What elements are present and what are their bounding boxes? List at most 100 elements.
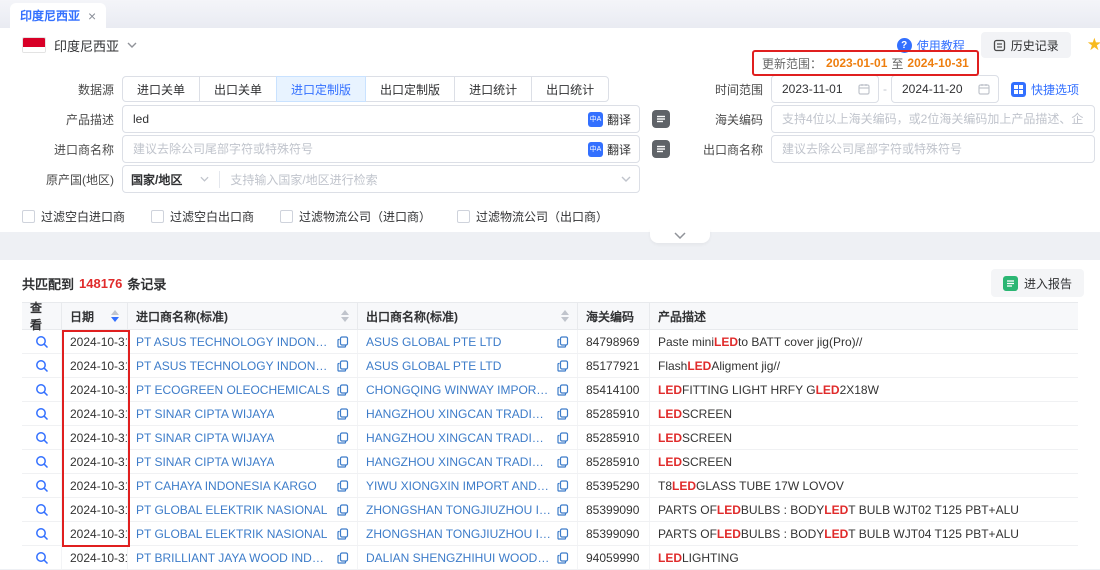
copy-icon[interactable] [337,552,349,564]
checkbox-icon[interactable] [151,210,164,223]
view-cell[interactable] [22,378,62,401]
copy-button[interactable] [551,504,569,516]
importer-link[interactable]: PT SINAR CIPTA WIJAYA [136,455,274,469]
copy-button[interactable] [551,480,569,492]
checkbox-icon[interactable] [280,210,293,223]
copy-button[interactable] [331,408,349,420]
end-date-input[interactable] [900,81,978,97]
start-date-field[interactable] [771,75,879,103]
copy-icon[interactable] [557,384,569,396]
filter-checkbox[interactable]: 过滤空白出口商 [151,208,254,225]
view-cell[interactable] [22,546,62,569]
copy-icon[interactable] [557,408,569,420]
sort-control[interactable] [341,310,349,322]
search-icon[interactable] [35,551,49,565]
copy-icon[interactable] [337,384,349,396]
hs-code-input[interactable] [780,111,1086,127]
product-desc-field[interactable]: 中A 翻译 [122,105,640,133]
copy-icon[interactable] [557,552,569,564]
quick-options-link[interactable]: 快捷选项 [1011,81,1079,98]
importer-link[interactable]: PT ASUS TECHNOLOGY INDONESIA BA... [136,359,331,373]
copy-button[interactable] [551,384,569,396]
copy-button[interactable] [551,432,569,444]
copy-button[interactable] [331,504,349,516]
exporter-link[interactable]: ASUS GLOBAL PTE LTD [366,359,501,373]
copy-button[interactable] [331,480,349,492]
filter-checkbox[interactable]: 过滤物流公司（出口商） [457,208,608,225]
copy-icon[interactable] [557,504,569,516]
copy-button[interactable] [551,336,569,348]
sort-up-icon[interactable] [561,310,569,315]
copy-icon[interactable] [337,456,349,468]
product-desc-input[interactable] [131,111,588,127]
synonym-icon[interactable] [652,140,670,158]
copy-icon[interactable] [337,504,349,516]
translate-button[interactable]: 中A 翻译 [588,141,631,158]
copy-button[interactable] [331,360,349,372]
copy-button[interactable] [551,408,569,420]
importer-link[interactable]: PT GLOBAL ELEKTRIK NASIONAL [136,503,327,517]
exporter-link[interactable]: HANGZHOU XINGCAN TRADING CO LTD [366,455,551,469]
copy-icon[interactable] [337,528,349,540]
exporter-field[interactable] [771,135,1095,163]
importer-link[interactable]: PT GLOBAL ELEKTRIK NASIONAL [136,527,327,541]
copy-icon[interactable] [557,456,569,468]
column-header[interactable]: 日期 [62,303,128,329]
view-cell[interactable] [22,402,62,425]
importer-link[interactable]: PT ASUS TECHNOLOGY INDONESIA BA... [136,335,331,349]
copy-button[interactable] [331,336,349,348]
exporter-link[interactable]: HANGZHOU XINGCAN TRADING CO LTD [366,407,551,421]
hs-code-field[interactable] [771,105,1095,133]
view-cell[interactable] [22,354,62,377]
search-icon[interactable] [35,527,49,541]
copy-button[interactable] [551,360,569,372]
sort-control[interactable] [111,310,119,322]
view-cell[interactable] [22,522,62,545]
importer-link[interactable]: PT ECOGREEN OLEOCHEMICALS [136,383,330,397]
checkbox-icon[interactable] [457,210,470,223]
copy-button[interactable] [551,456,569,468]
copy-icon[interactable] [337,432,349,444]
copy-button[interactable] [551,552,569,564]
copy-button[interactable] [331,384,349,396]
sort-down-icon[interactable] [111,317,119,322]
close-icon[interactable]: × [88,9,96,23]
importer-input[interactable] [131,141,588,157]
exporter-input[interactable] [780,141,1086,157]
search-icon[interactable] [35,455,49,469]
sort-down-icon[interactable] [561,317,569,322]
data-source-option[interactable]: 进口定制版 [276,76,366,102]
checkbox-icon[interactable] [22,210,35,223]
view-cell[interactable] [22,330,62,353]
history-button[interactable]: 历史记录 [981,32,1071,58]
exporter-link[interactable]: DALIAN SHENGZHIHUI WOOD INDUST... [366,551,551,565]
view-cell[interactable] [22,498,62,521]
data-source-option[interactable]: 进口统计 [454,76,532,102]
copy-icon[interactable] [337,360,349,372]
collapse-panel-button[interactable] [650,228,710,243]
filter-checkbox[interactable]: 过滤物流公司（进口商） [280,208,431,225]
data-source-option[interactable]: 进口关单 [122,76,200,102]
country-selector[interactable]: 印度尼西亚 [22,36,137,55]
copy-icon[interactable] [557,480,569,492]
view-cell[interactable] [22,450,62,473]
exporter-link[interactable]: YIWU XIONGXIN IMPORT AND EXPORT... [366,479,551,493]
search-icon[interactable] [35,383,49,397]
exporter-link[interactable]: HANGZHOU XINGCAN TRADING CO LTD [366,431,551,445]
exporter-link[interactable]: ASUS GLOBAL PTE LTD [366,335,501,349]
search-icon[interactable] [35,359,49,373]
origin-field[interactable]: 国家/地区 支持输入国家/地区进行检索 [122,165,640,193]
copy-icon[interactable] [557,432,569,444]
search-icon[interactable] [35,407,49,421]
sort-control[interactable] [561,310,569,322]
end-date-field[interactable] [891,75,999,103]
column-header[interactable]: 进口商名称(标准) [128,303,358,329]
start-date-input[interactable] [780,81,858,97]
copy-icon[interactable] [337,336,349,348]
sort-up-icon[interactable] [341,310,349,315]
column-header[interactable]: 出口商名称(标准) [358,303,578,329]
copy-icon[interactable] [337,480,349,492]
importer-field[interactable]: 中A 翻译 [122,135,640,163]
copy-icon[interactable] [337,408,349,420]
tab-indonesia[interactable]: 印度尼西亚 × [10,3,106,28]
